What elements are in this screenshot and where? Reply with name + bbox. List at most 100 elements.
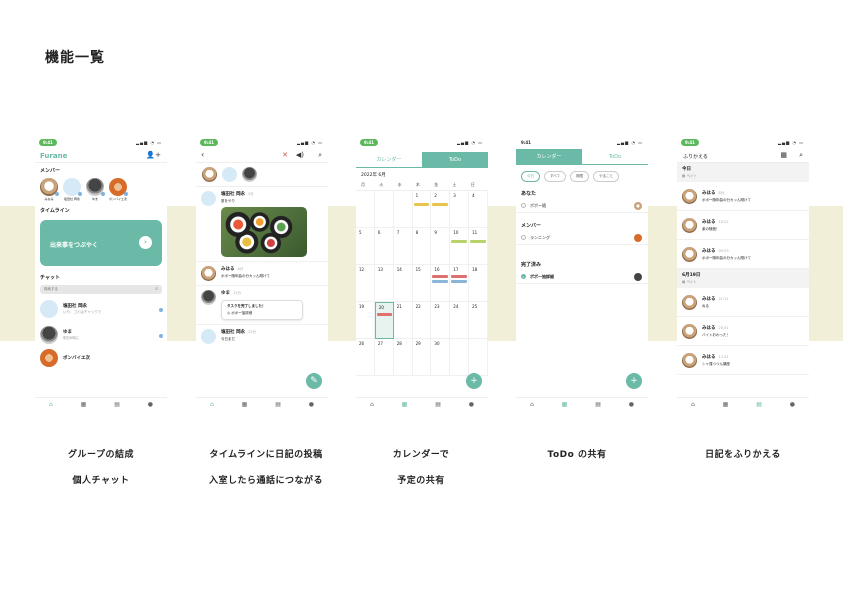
calendar-day[interactable]: 7 bbox=[393, 228, 413, 265]
home-icon[interactable]: ⌂ bbox=[691, 401, 695, 408]
chat-item[interactable]: ボンバイエ次 bbox=[35, 348, 167, 371]
journal-entry[interactable]: みはる 10:22 楽の随音！ bbox=[677, 211, 809, 240]
calendar-day[interactable]: 3 bbox=[450, 191, 470, 228]
calendar-icon[interactable]: ▦ bbox=[562, 401, 568, 408]
tab-calendar[interactable]: カレンダー bbox=[356, 152, 422, 168]
add-todo-button[interactable]: + bbox=[626, 373, 642, 389]
calendar-day[interactable]: 28 bbox=[393, 339, 413, 376]
speaker-icon[interactable]: ◀) bbox=[296, 151, 304, 159]
calendar-day[interactable]: 4 bbox=[469, 191, 488, 228]
calendar-icon[interactable]: ▦ bbox=[402, 401, 408, 408]
calendar-day[interactable]: 9 bbox=[431, 228, 451, 265]
filter-all[interactable]: すべて bbox=[544, 171, 567, 182]
journal-entry[interactable]: みはる 17:41 シャ運つつん講座 bbox=[677, 346, 809, 375]
search-icon[interactable]: ⌕ bbox=[318, 151, 322, 160]
calendar-day[interactable]: 20 bbox=[374, 302, 394, 339]
task-complete-note[interactable]: タスクを完了しました！ ◎ ポポー抽詳細 bbox=[221, 300, 303, 320]
calendar-day[interactable]: 26 bbox=[356, 339, 375, 376]
member-item[interactable]: ボンバイエ次 bbox=[109, 178, 128, 201]
home-icon[interactable]: ⌂ bbox=[370, 401, 374, 408]
tab-calendar[interactable]: カレンダー bbox=[516, 149, 582, 165]
journal-icon[interactable]: ▤ bbox=[114, 401, 120, 408]
back-icon[interactable]: ‹ bbox=[201, 150, 204, 159]
member-item[interactable]: ゆま bbox=[86, 178, 105, 201]
journal-icon[interactable]: ▤ bbox=[756, 401, 762, 408]
calendar-day[interactable] bbox=[450, 339, 470, 376]
calendar-day[interactable]: 5 bbox=[356, 228, 375, 265]
calendar-day[interactable]: 11 bbox=[469, 228, 488, 265]
event-bar[interactable] bbox=[413, 203, 430, 206]
calendar-day[interactable] bbox=[374, 191, 394, 228]
event-bar[interactable] bbox=[470, 240, 486, 243]
timeline-post[interactable]: みはる 8分 ポポー随年曲の分カッん剛けて bbox=[196, 262, 328, 286]
home-icon[interactable]: ⌂ bbox=[530, 401, 534, 408]
add-event-button[interactable]: + bbox=[466, 373, 482, 389]
post-cta-button[interactable]: 出来事をつぶやく › bbox=[40, 220, 162, 266]
profile-icon[interactable]: ● bbox=[469, 401, 474, 408]
chat-item[interactable]: ゆま 明日6時に bbox=[35, 322, 167, 348]
calendar-day[interactable]: 14 bbox=[393, 265, 413, 302]
checkbox[interactable]: ✓ bbox=[521, 203, 526, 208]
todo-item[interactable]: ✓ ポポー抽詳細 bbox=[516, 270, 648, 284]
journal-entry[interactable]: みはる 09:23 ポポー随年曲の分カッん剛けて bbox=[677, 240, 809, 269]
home-icon[interactable]: ⌂ bbox=[210, 401, 214, 408]
calendar-day[interactable]: 2 bbox=[431, 191, 451, 228]
search-icon[interactable]: ⌕ bbox=[799, 151, 803, 160]
journal-icon[interactable]: ▤ bbox=[595, 401, 601, 408]
event-bar[interactable] bbox=[451, 240, 468, 243]
event-bar[interactable] bbox=[432, 203, 449, 206]
calendar-day[interactable]: 18 bbox=[469, 265, 488, 302]
timeline-post[interactable]: ゆま 12分 タスクを完了しました！ ◎ ポポー抽詳細 bbox=[196, 286, 328, 325]
profile-icon[interactable]: ● bbox=[309, 401, 314, 408]
calendar-day[interactable]: 10 bbox=[450, 228, 470, 265]
chat-item[interactable]: 塩田社 岡永 いや、ゴミはチャックで bbox=[35, 296, 167, 322]
journal-entry[interactable]: みはる 8分 ポポー随年曲の分カッん剛けて bbox=[677, 182, 809, 211]
calendar-day[interactable]: 29 bbox=[412, 339, 432, 376]
event-bar[interactable] bbox=[432, 280, 449, 283]
home-icon[interactable]: ⌂ bbox=[49, 401, 53, 408]
calendar-day[interactable]: 22 bbox=[412, 302, 432, 339]
calendar-day[interactable] bbox=[469, 339, 488, 376]
member-item[interactable]: 塩田社 岡永 bbox=[63, 178, 82, 201]
post-photo[interactable] bbox=[221, 207, 307, 257]
calendar-day[interactable]: 8 bbox=[412, 228, 432, 265]
timeline-post[interactable]: 塩田社 岡永 2分 夏をやり bbox=[196, 187, 328, 262]
calendar-day[interactable]: 27 bbox=[374, 339, 394, 376]
profile-icon[interactable]: ● bbox=[790, 401, 795, 408]
tab-todo[interactable]: ToDo bbox=[422, 152, 488, 168]
event-bar[interactable] bbox=[376, 313, 392, 316]
calendar-icon[interactable]: ▦ bbox=[723, 401, 729, 408]
calendar-day[interactable]: 16 bbox=[431, 265, 451, 302]
calendar-icon[interactable]: ▦ bbox=[81, 401, 87, 408]
event-bar[interactable] bbox=[451, 280, 468, 283]
checkbox[interactable]: ✓ bbox=[521, 274, 526, 279]
journal-entry[interactable]: みはる 21:11 ねる bbox=[677, 288, 809, 317]
calendar-day[interactable]: 30 bbox=[431, 339, 451, 376]
calendar-day[interactable]: 23 bbox=[431, 302, 451, 339]
calendar-day[interactable]: 1 bbox=[412, 191, 432, 228]
journal-icon[interactable]: ▤ bbox=[435, 401, 441, 408]
filter-todo[interactable]: やること bbox=[593, 171, 620, 182]
compose-button[interactable]: ✎ bbox=[306, 373, 322, 389]
calendar-day[interactable] bbox=[356, 191, 375, 228]
calendar-day[interactable]: 19 bbox=[356, 302, 375, 339]
mic-off-icon[interactable]: ✕ bbox=[282, 151, 288, 159]
calendar-day[interactable]: 6 bbox=[374, 228, 394, 265]
checkbox[interactable]: ✓ bbox=[521, 235, 526, 240]
calendar-day[interactable]: 24 bbox=[450, 302, 470, 339]
calendar-day[interactable]: 15 bbox=[412, 265, 432, 302]
member-item[interactable]: みなみ bbox=[40, 178, 59, 201]
calendar-day[interactable] bbox=[393, 191, 413, 228]
calendar-icon[interactable]: ▦ bbox=[242, 401, 248, 408]
event-bar[interactable] bbox=[432, 275, 449, 278]
search-input[interactable]: 検索する ⌕ bbox=[40, 285, 162, 294]
todo-item[interactable]: ✓ ポポー随 bbox=[516, 199, 648, 213]
journal-icon[interactable]: ▤ bbox=[275, 401, 281, 408]
journal-entry[interactable]: みはる 20:31 バイトおわった！ bbox=[677, 317, 809, 346]
calendar-day[interactable]: 21 bbox=[393, 302, 413, 339]
calendar-day[interactable]: 17 bbox=[450, 265, 470, 302]
calendar-day[interactable]: 25 bbox=[469, 302, 488, 339]
filter-deadline[interactable]: 期限 bbox=[570, 171, 590, 182]
profile-icon[interactable]: ● bbox=[629, 401, 634, 408]
calendar-day[interactable]: 13 bbox=[374, 265, 394, 302]
